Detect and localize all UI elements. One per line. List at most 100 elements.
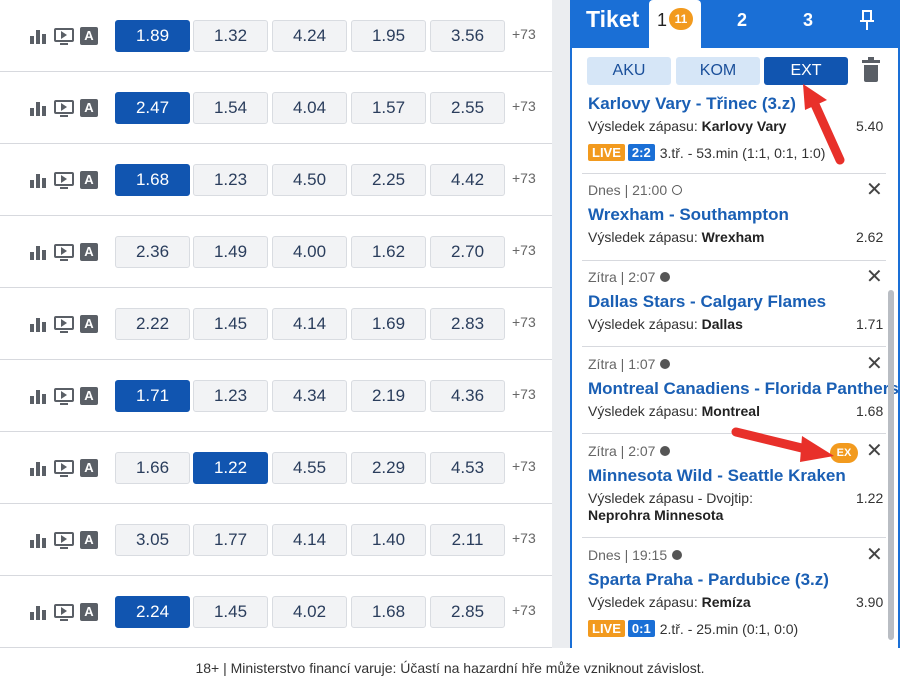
live-stream-icon[interactable] <box>54 172 74 189</box>
live-stream-icon[interactable] <box>54 604 74 621</box>
odds-button[interactable]: 2.85 <box>430 596 505 628</box>
odds-button[interactable]: 2.11 <box>430 524 505 556</box>
more-markets-link[interactable]: +73 <box>512 170 536 186</box>
odds-button[interactable]: 4.36 <box>430 380 505 412</box>
stats-icon[interactable] <box>30 460 48 476</box>
tab-ticket-1[interactable]: 1 11 <box>649 0 701 48</box>
odds-button[interactable]: 2.83 <box>430 308 505 340</box>
odds-button[interactable]: 4.53 <box>430 452 505 484</box>
analysis-a-icon[interactable]: A <box>80 99 98 117</box>
odds-button[interactable]: 2.19 <box>351 380 426 412</box>
odds-button[interactable]: 4.04 <box>272 92 347 124</box>
odds-button[interactable]: 2.70 <box>430 236 505 268</box>
odds-button[interactable]: 1.22 <box>193 452 268 484</box>
live-stream-icon[interactable] <box>54 460 74 477</box>
odds-button[interactable]: 4.00 <box>272 236 347 268</box>
odds-button[interactable]: 1.49 <box>193 236 268 268</box>
odds-button[interactable]: 2.25 <box>351 164 426 196</box>
stats-icon[interactable] <box>30 244 48 260</box>
more-markets-link[interactable]: +73 <box>512 26 536 42</box>
live-stream-icon[interactable] <box>54 532 74 549</box>
analysis-a-icon[interactable]: A <box>80 603 98 621</box>
odds-button[interactable]: 3.05 <box>115 524 190 556</box>
odds-button[interactable]: 2.29 <box>351 452 426 484</box>
odds-button[interactable]: 1.45 <box>193 308 268 340</box>
odds-button[interactable]: 1.62 <box>351 236 426 268</box>
more-markets-link[interactable]: +73 <box>512 242 536 258</box>
analysis-a-icon[interactable]: A <box>80 531 98 549</box>
odds-button[interactable]: 2.36 <box>115 236 190 268</box>
odds-button[interactable]: 4.34 <box>272 380 347 412</box>
stats-icon[interactable] <box>30 388 48 404</box>
analysis-a-icon[interactable]: A <box>80 27 98 45</box>
analysis-a-icon[interactable]: A <box>80 315 98 333</box>
tab-ticket-3[interactable]: 3 <box>803 10 813 31</box>
stats-icon[interactable] <box>30 172 48 188</box>
analysis-a-icon[interactable]: A <box>80 387 98 405</box>
odds-button[interactable]: 1.71 <box>115 380 190 412</box>
odds-button[interactable]: 2.24 <box>115 596 190 628</box>
stats-icon[interactable] <box>30 604 48 620</box>
odds-button[interactable]: 1.95 <box>351 20 426 52</box>
odds-button[interactable]: 2.47 <box>115 92 190 124</box>
mode-aku-button[interactable]: AKU <box>587 57 671 85</box>
ticket-scrollbar[interactable] <box>888 290 894 640</box>
analysis-a-icon[interactable]: A <box>80 459 98 477</box>
tab-ticket-2[interactable]: 2 <box>737 10 747 31</box>
remove-bet-close-icon[interactable]: ✕ <box>866 267 883 287</box>
bet-match-link[interactable]: Dallas Stars - Calgary Flames <box>588 292 826 312</box>
more-markets-link[interactable]: +73 <box>512 530 536 546</box>
odds-button[interactable]: 1.66 <box>115 452 190 484</box>
stats-icon[interactable] <box>30 532 48 548</box>
remove-bet-close-icon[interactable]: ✕ <box>866 354 883 374</box>
stats-icon[interactable] <box>30 28 48 44</box>
bet-match-link[interactable]: Montreal Canadiens - Florida Panthers <box>588 379 899 399</box>
bet-match-link[interactable]: Sparta Praha - Pardubice (3.z) <box>588 570 829 590</box>
odds-button[interactable]: 1.57 <box>351 92 426 124</box>
live-stream-icon[interactable] <box>54 388 74 405</box>
odds-button[interactable]: 4.42 <box>430 164 505 196</box>
odds-button[interactable]: 1.40 <box>351 524 426 556</box>
more-markets-link[interactable]: +73 <box>512 386 536 402</box>
odds-button[interactable]: 4.14 <box>272 308 347 340</box>
odds-button[interactable]: 1.54 <box>193 92 268 124</box>
odds-button[interactable]: 1.68 <box>115 164 190 196</box>
bet-match-link[interactable]: Wrexham - Southampton <box>588 205 789 225</box>
odds-button[interactable]: 1.32 <box>193 20 268 52</box>
odds-button[interactable]: 1.68 <box>351 596 426 628</box>
more-markets-link[interactable]: +73 <box>512 602 536 618</box>
mode-kom-button[interactable]: KOM <box>676 57 760 85</box>
remove-bet-close-icon[interactable]: ✕ <box>866 180 883 200</box>
remove-bet-close-icon[interactable]: ✕ <box>866 545 883 565</box>
odds-button[interactable]: 3.56 <box>430 20 505 52</box>
odds-button[interactable]: 1.89 <box>115 20 190 52</box>
pin-icon[interactable] <box>860 10 874 32</box>
trash-icon[interactable] <box>862 57 880 82</box>
mode-ext-button[interactable]: EXT <box>764 57 848 85</box>
more-markets-link[interactable]: +73 <box>512 458 536 474</box>
stats-icon[interactable] <box>30 100 48 116</box>
analysis-a-icon[interactable]: A <box>80 243 98 261</box>
odds-button[interactable]: 2.55 <box>430 92 505 124</box>
more-markets-link[interactable]: +73 <box>512 314 536 330</box>
odds-button[interactable]: 4.55 <box>272 452 347 484</box>
analysis-a-icon[interactable]: A <box>80 171 98 189</box>
odds-button[interactable]: 4.14 <box>272 524 347 556</box>
live-stream-icon[interactable] <box>54 244 74 261</box>
odds-button[interactable]: 1.23 <box>193 380 268 412</box>
odds-button[interactable]: 2.22 <box>115 308 190 340</box>
live-stream-icon[interactable] <box>54 28 74 45</box>
odds-button[interactable]: 1.77 <box>193 524 268 556</box>
remove-bet-close-icon[interactable]: ✕ <box>866 441 883 461</box>
odds-button[interactable]: 1.23 <box>193 164 268 196</box>
live-stream-icon[interactable] <box>54 100 74 117</box>
odds-button[interactable]: 1.69 <box>351 308 426 340</box>
odds-button[interactable]: 1.45 <box>193 596 268 628</box>
stats-icon[interactable] <box>30 316 48 332</box>
live-stream-icon[interactable] <box>54 316 74 333</box>
odds-button[interactable]: 4.24 <box>272 20 347 52</box>
odds-button[interactable]: 4.50 <box>272 164 347 196</box>
bet-match-link[interactable]: Karlovy Vary - Třinec (3.z) <box>588 94 796 114</box>
odds-button[interactable]: 4.02 <box>272 596 347 628</box>
more-markets-link[interactable]: +73 <box>512 98 536 114</box>
